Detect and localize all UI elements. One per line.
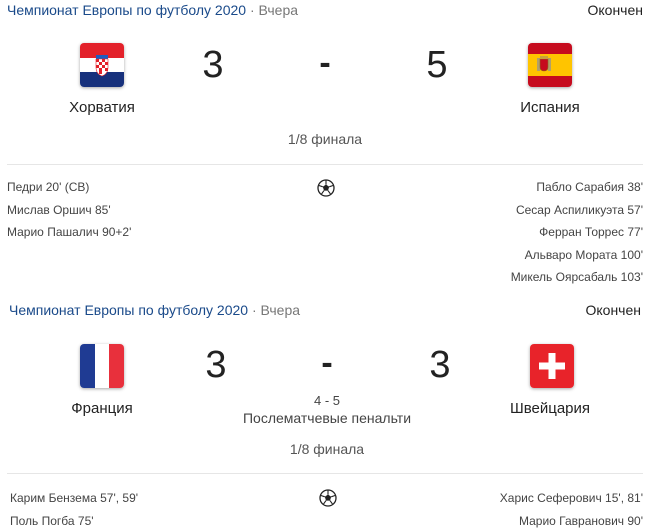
match-header: Чемпионат Европы по футболу 2020 · Вчера… — [9, 300, 641, 322]
scorer-item: Сесар Аспиликуэта 57' — [515, 202, 643, 217]
header-separator: · — [249, 2, 255, 18]
home-score: 3 — [202, 44, 224, 86]
divider — [7, 473, 643, 474]
scorer-item: Мислав Оршич 85' — [7, 202, 111, 217]
score-dash: - — [319, 44, 331, 82]
league-name[interactable]: Чемпионат Европы по футболу 2020 — [7, 2, 246, 18]
away-score: 3 — [429, 344, 451, 386]
scorer-item: Альваро Мората 100' — [524, 247, 643, 262]
scorer-item: Ферран Торрес 77' — [539, 225, 643, 239]
score-dash: - — [321, 344, 333, 382]
france-flag-icon — [80, 344, 124, 388]
home-team-name[interactable]: Франция — [52, 400, 152, 417]
scorer-item: Харис Сеферович 15', 81' — [499, 491, 643, 505]
match-date: Вчера — [258, 2, 299, 18]
home-team-name[interactable]: Хорватия — [52, 99, 152, 116]
scorer-item: Марио Пашалич 90+2' — [7, 225, 132, 239]
home-scorers: Педри 20' (СВ) Мислав Оршич 85' Марио Па… — [7, 176, 131, 244]
scorer-item: Поль Погба 75' — [10, 513, 94, 528]
match-status: Окончен — [585, 302, 641, 318]
match-date: Вчера — [260, 302, 301, 318]
switzerland-flag-icon — [530, 344, 574, 388]
header-separator: · — [251, 302, 257, 318]
away-scorers: Харис Сеферович 15', 81' Марио Гавранови… — [500, 487, 643, 532]
penalty-score: 4 - 5 — [313, 393, 340, 408]
scorer-item: Микель Ояpсабаль 103' — [510, 270, 643, 284]
home-scorers: Карим Бензема 57', 59' Поль Погба 75' — [10, 487, 138, 532]
match-status: Окончен — [587, 2, 643, 18]
league-name[interactable]: Чемпионат Европы по футболу 2020 — [9, 302, 248, 318]
match-card-france-switzerland[interactable]: Чемпионат Европы по футболу 2020 · Вчера… — [0, 298, 650, 532]
soccer-ball-icon — [317, 179, 335, 197]
match-round: 1/8 финала — [287, 131, 363, 147]
home-score: 3 — [205, 344, 227, 386]
away-team-name[interactable]: Испания — [500, 99, 600, 116]
scorer-item: Карим Бензема 57', 59' — [10, 491, 139, 505]
match-card-croatia-spain[interactable]: Чемпионат Европы по футболу 2020 · Вчера… — [0, 0, 650, 298]
match-header: Чемпионат Европы по футболу 2020 · Вчера… — [7, 0, 643, 22]
penalty-label: Послематчевые пенальти — [242, 410, 412, 426]
scorer-item: Марио Гавранович 90' — [518, 513, 643, 528]
divider — [7, 164, 643, 165]
croatia-flag-icon — [80, 43, 124, 87]
soccer-ball-icon — [319, 489, 337, 507]
league-link[interactable]: Чемпионат Европы по футболу 2020 · Вчера — [9, 302, 300, 318]
scorer-item: Педри 20' (СВ) — [7, 180, 90, 194]
away-score: 5 — [426, 44, 448, 86]
match-round: 1/8 финала — [289, 441, 365, 457]
away-team-name[interactable]: Швейцария — [500, 400, 600, 417]
league-link[interactable]: Чемпионат Европы по футболу 2020 · Вчера — [7, 2, 298, 18]
scorer-item: Пабло Сарабия 38' — [536, 180, 643, 194]
spain-flag-icon — [528, 43, 572, 87]
away-scorers: Пабло Сарабия 38' Сесар Аспиликуэта 57' … — [511, 176, 643, 289]
